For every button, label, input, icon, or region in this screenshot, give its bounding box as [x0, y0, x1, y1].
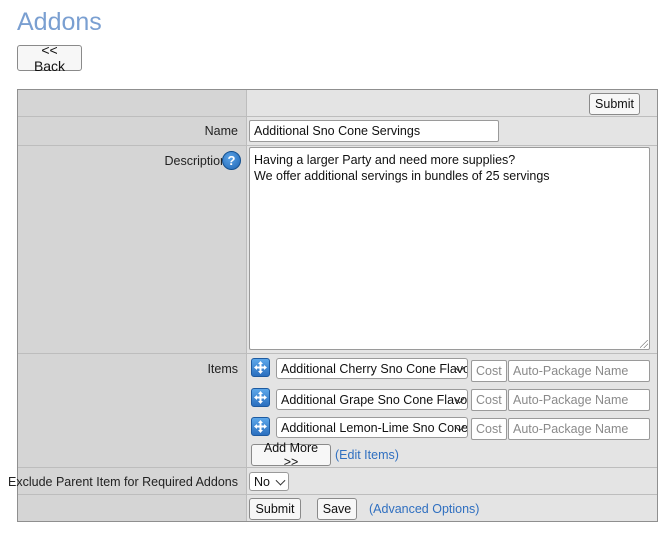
- move-arrows-icon[interactable]: [251, 358, 270, 377]
- submit-top-button[interactable]: Submit: [589, 93, 640, 115]
- add-more-button[interactable]: Add More >>: [251, 441, 331, 469]
- row-divider: [18, 353, 657, 354]
- exclude-parent-label: Exclude Parent Item for Required Addons: [8, 475, 238, 489]
- back-button[interactable]: << Back: [17, 42, 82, 74]
- row-divider: [18, 116, 657, 117]
- advanced-options-link[interactable]: (Advanced Options): [369, 502, 479, 516]
- edit-items-link[interactable]: (Edit Items): [335, 448, 399, 462]
- cost-input[interactable]: Cost: [471, 389, 507, 411]
- description-line: Having a larger Party and need more supp…: [254, 153, 516, 167]
- name-field[interactable]: Additional Sno Cone Servings: [249, 120, 499, 142]
- item-select[interactable]: Additional Cherry Sno Cone Flavor: [276, 358, 468, 379]
- row-divider: [18, 494, 657, 495]
- help-icon[interactable]: ?: [222, 151, 241, 170]
- move-arrows-icon[interactable]: [251, 388, 270, 407]
- row-divider: [18, 467, 657, 468]
- item-select-value: Additional Cherry Sno Cone Flavor: [281, 361, 468, 376]
- row-divider: [18, 145, 657, 146]
- move-arrows-icon[interactable]: [251, 417, 270, 436]
- save-button[interactable]: Save: [317, 498, 357, 520]
- page-title: Addons: [17, 8, 102, 36]
- submit-button[interactable]: Submit: [249, 498, 301, 520]
- items-label: Items: [207, 362, 238, 376]
- name-label: Name: [204, 124, 238, 138]
- auto-package-name-input[interactable]: Auto-Package Name: [508, 389, 650, 411]
- auto-package-name-input[interactable]: Auto-Package Name: [508, 418, 650, 440]
- cost-input[interactable]: Cost: [471, 360, 507, 382]
- item-select[interactable]: Additional Lemon-Lime Sno Cone Flavor: [276, 417, 468, 438]
- item-select-value: Additional Grape Sno Cone Flavor: [281, 392, 468, 407]
- cost-input[interactable]: Cost: [471, 418, 507, 440]
- description-label: Description: [164, 154, 227, 168]
- resize-grip-icon[interactable]: [640, 340, 648, 348]
- auto-package-name-input[interactable]: Auto-Package Name: [508, 360, 650, 382]
- item-select-value: Additional Lemon-Lime Sno Cone Flavor: [281, 420, 468, 435]
- exclude-parent-value: No: [254, 474, 270, 489]
- chevron-down-icon: [275, 475, 286, 486]
- item-select[interactable]: Additional Grape Sno Cone Flavor: [276, 389, 468, 410]
- exclude-parent-select[interactable]: No: [249, 472, 289, 491]
- description-line: We offer additional servings in bundles …: [254, 169, 550, 183]
- description-field[interactable]: Having a larger Party and need more supp…: [249, 147, 650, 350]
- addon-form: Submit Name Additional Sno Cone Servings…: [8, 89, 658, 522]
